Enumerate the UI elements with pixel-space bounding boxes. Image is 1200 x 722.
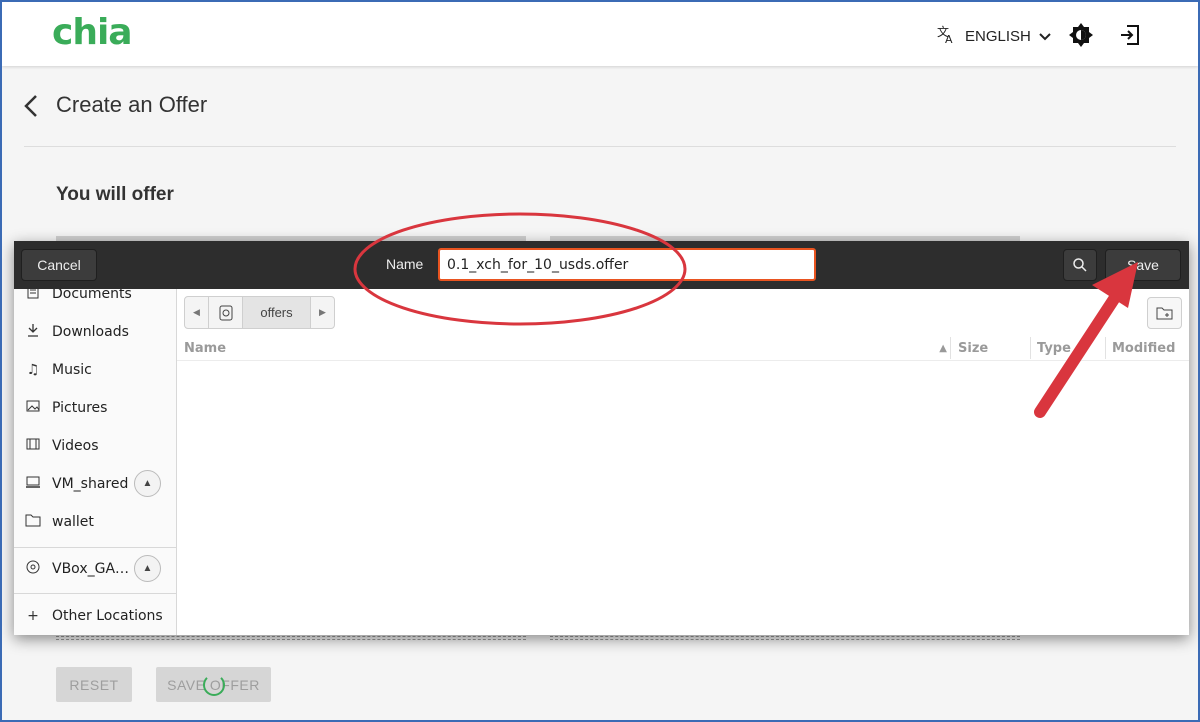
sidebar-separator bbox=[14, 547, 176, 548]
field-underline-left bbox=[56, 636, 526, 640]
sidebar-item-label: wallet bbox=[52, 514, 94, 530]
language-label: ENGLISH bbox=[965, 28, 1031, 45]
path-back-button[interactable]: ◀ bbox=[185, 297, 209, 328]
save-button[interactable]: Save bbox=[1105, 249, 1181, 281]
column-separator bbox=[1030, 337, 1031, 359]
section-title: You will offer bbox=[56, 184, 174, 205]
column-header-size[interactable]: Size bbox=[958, 335, 1028, 361]
chevron-left-icon: ◀ bbox=[193, 307, 200, 317]
new-folder-icon bbox=[1156, 307, 1172, 320]
theme-toggle-button[interactable] bbox=[1068, 22, 1094, 48]
sidebar-item-other-locations[interactable]: + Other Locations bbox=[14, 598, 176, 634]
logout-icon bbox=[1121, 25, 1139, 45]
path-segment-offers[interactable]: offers bbox=[243, 297, 311, 328]
path-forward-button[interactable]: ▶ bbox=[311, 297, 334, 328]
folder-icon bbox=[14, 513, 52, 531]
field-underline-right bbox=[550, 636, 1020, 640]
sidebar-item-label: Other Locations bbox=[52, 608, 163, 624]
language-selector[interactable]: 文A ENGLISH bbox=[937, 24, 1051, 49]
sidebar-item-documents[interactable]: Documents bbox=[14, 289, 176, 312]
sidebar-item-label: Downloads bbox=[52, 324, 129, 340]
sidebar-item-label: Videos bbox=[52, 438, 99, 454]
chia-logo: chia bbox=[52, 12, 133, 53]
chevron-down-icon bbox=[1039, 28, 1051, 45]
column-header-type[interactable]: Type bbox=[1037, 335, 1105, 361]
sidebar-item-wallet[interactable]: wallet bbox=[14, 504, 176, 540]
sidebar-separator bbox=[14, 593, 176, 594]
translate-icon: 文A bbox=[937, 24, 957, 49]
music-icon: ♫ bbox=[26, 362, 40, 378]
reset-button[interactable]: RESET bbox=[56, 667, 132, 702]
column-separator bbox=[1105, 337, 1106, 359]
search-button[interactable] bbox=[1063, 249, 1097, 281]
eject-vbox-button[interactable]: ▲ bbox=[134, 555, 161, 582]
back-arrow-icon[interactable] bbox=[22, 94, 40, 125]
logout-button[interactable] bbox=[1117, 22, 1143, 48]
column-label: Name bbox=[184, 340, 227, 356]
sidebar-item-label: Music bbox=[52, 362, 92, 378]
places-sidebar: Documents Downloads ♫ Music Pictures Vid… bbox=[14, 289, 177, 635]
column-separator bbox=[950, 337, 951, 359]
new-folder-button[interactable] bbox=[1147, 297, 1182, 329]
column-header-modified[interactable]: Modified bbox=[1112, 335, 1187, 361]
sort-ascending-icon: ▲ bbox=[939, 342, 947, 354]
brightness-icon bbox=[1069, 23, 1093, 47]
eject-vm-shared-button[interactable]: ▲ bbox=[134, 470, 161, 497]
sidebar-item-downloads[interactable]: Downloads bbox=[14, 314, 176, 350]
download-icon bbox=[14, 323, 52, 341]
chevron-right-icon: ▶ bbox=[319, 307, 326, 317]
plus-icon: + bbox=[27, 608, 39, 624]
document-icon bbox=[14, 289, 52, 303]
filename-input[interactable] bbox=[438, 248, 816, 281]
loading-spinner bbox=[203, 674, 225, 696]
disc-icon bbox=[14, 560, 52, 578]
sidebar-item-label: VM_shared bbox=[52, 476, 129, 492]
cancel-button[interactable]: Cancel bbox=[21, 249, 97, 281]
drive-icon bbox=[14, 475, 52, 493]
eject-icon: ▲ bbox=[142, 478, 153, 489]
sidebar-item-videos[interactable]: Videos bbox=[14, 428, 176, 464]
path-bar: ◀ offers ▶ bbox=[184, 296, 335, 329]
sidebar-item-pictures[interactable]: Pictures bbox=[14, 390, 176, 426]
save-file-dialog: Cancel Name Save Documents Downloads ♫ M… bbox=[14, 241, 1189, 635]
picture-icon bbox=[14, 399, 52, 417]
sidebar-item-label: VBox_GA… bbox=[52, 561, 130, 577]
video-icon bbox=[14, 437, 52, 455]
name-label: Name bbox=[386, 256, 424, 272]
sidebar-item-music[interactable]: ♫ Music bbox=[14, 352, 176, 388]
search-icon bbox=[1073, 258, 1087, 272]
drive-icon bbox=[219, 305, 232, 320]
sidebar-item-label: Pictures bbox=[52, 400, 108, 416]
file-list[interactable] bbox=[177, 360, 1189, 361]
dialog-headerbar: Cancel Name Save bbox=[14, 241, 1189, 289]
svg-text:A: A bbox=[945, 33, 953, 44]
divider bbox=[24, 146, 1176, 147]
column-header-name[interactable]: Name ▲ bbox=[184, 335, 949, 361]
sidebar-item-label: Documents bbox=[52, 289, 132, 302]
page-title: Create an Offer bbox=[56, 92, 208, 117]
eject-icon: ▲ bbox=[142, 563, 153, 574]
app-header: chia 文A ENGLISH bbox=[2, 2, 1198, 66]
path-root-button[interactable] bbox=[209, 297, 243, 328]
